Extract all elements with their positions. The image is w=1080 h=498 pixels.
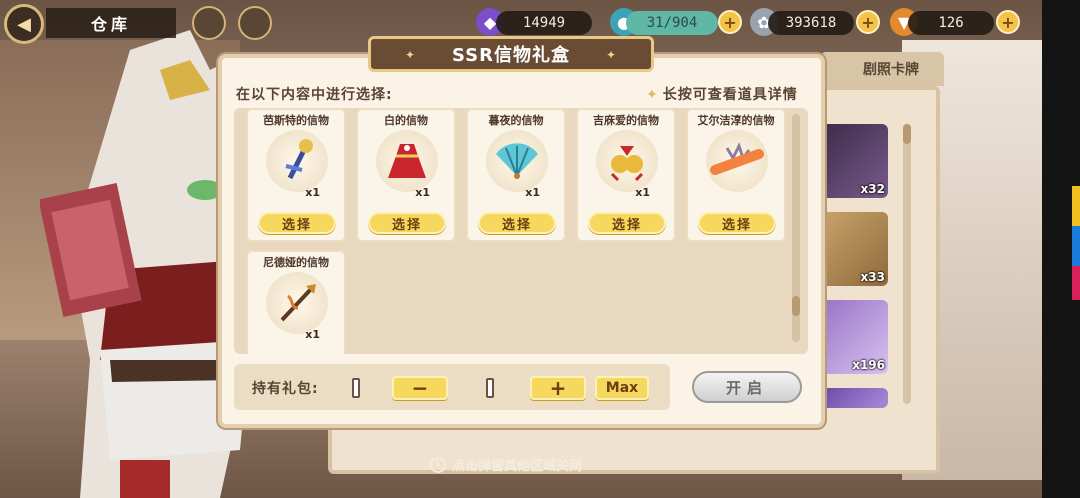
add-coin-button[interactable]: + [856, 10, 880, 34]
quantity-field[interactable] [486, 378, 494, 398]
inventory-item-book[interactable]: x32 [822, 124, 888, 198]
card-name: 白的信物 [384, 114, 428, 127]
page-title: 仓库 [46, 8, 176, 38]
inventory-item-partial[interactable] [822, 388, 888, 408]
spear-icon [266, 272, 328, 334]
crystal-count: 14949 [496, 11, 592, 35]
sparkle-icon: ✦ [646, 87, 659, 103]
title-ornament-icon: ✦ [405, 48, 417, 62]
inventory-item-crystals[interactable]: x196 [822, 300, 888, 374]
select-button[interactable]: 选择 [368, 212, 446, 234]
coin-count: 393618 [768, 11, 854, 35]
scrollbar-thumb[interactable] [903, 124, 911, 144]
scrollbar-thumb[interactable] [792, 296, 800, 316]
bell-icon [596, 130, 658, 192]
card-quantity: x1 [415, 186, 430, 199]
reward-card[interactable]: 艾尔洁淳的信物 选择 [686, 108, 786, 242]
reward-card[interactable]: 暮夜的信物 x1 选择 [466, 108, 566, 242]
item-count: x33 [860, 270, 885, 284]
card-quantity: x1 [305, 186, 320, 199]
hint-text: 长按可查看道具详情 [662, 87, 798, 103]
title-ornament-icon: ✦ [605, 48, 617, 62]
edge-strip-red [1072, 266, 1080, 300]
edge-strip-yellow [1072, 186, 1080, 226]
reward-card[interactable]: 芭斯特的信物 x1 选择 [246, 108, 346, 242]
close-hint: i 点击弹窗其他区域关闭 [430, 455, 582, 474]
card-name: 艾尔洁淳的信物 [697, 114, 775, 127]
reward-card[interactable]: 白的信物 x1 选择 [356, 108, 456, 242]
max-button[interactable]: Max [595, 376, 649, 400]
scepter-icon [266, 130, 328, 192]
carrot-count: 126 [908, 11, 994, 35]
card-name: 吉庥爱的信物 [593, 114, 659, 127]
card-name: 芭斯特的信物 [263, 114, 329, 127]
select-button[interactable]: 选择 [258, 212, 336, 234]
select-button[interactable]: 选择 [588, 212, 666, 234]
dress-icon [376, 130, 438, 192]
stamina-count: 31/904 [626, 11, 718, 35]
back-button[interactable]: ◀ [4, 4, 44, 44]
card-quantity: x1 [635, 186, 650, 199]
inventory-item-chest[interactable]: x33 [822, 212, 888, 286]
card-quantity: x1 [525, 186, 540, 199]
add-carrot-button[interactable]: + [996, 10, 1020, 34]
reward-card[interactable]: 尼德娅的信物 x1 [246, 250, 346, 354]
back-arrow-icon: ◀ [17, 13, 31, 35]
item-count: x196 [852, 358, 885, 372]
item-count: x32 [860, 182, 885, 196]
select-button[interactable]: 选择 [478, 212, 556, 234]
quantity-field-left [352, 378, 360, 398]
tab-card-photos[interactable]: 剧照卡牌 [820, 52, 944, 86]
inventory-scrollbar[interactable] [903, 124, 911, 404]
fan-icon [486, 130, 548, 192]
hairpin-icon [706, 130, 768, 192]
add-stamina-button[interactable]: + [718, 10, 742, 34]
decrease-button[interactable]: − [392, 376, 448, 400]
select-button[interactable]: 选择 [698, 212, 776, 234]
reward-grid: 芭斯特的信物 x1 选择 白的信物 x1 选择 暮夜的信物 x1 选择 吉庥爱的… [234, 108, 808, 354]
compass-icon[interactable] [192, 6, 226, 40]
info-icon: i [430, 456, 446, 473]
increase-button[interactable]: + [530, 376, 586, 400]
card-name: 尼德娅的信物 [263, 256, 329, 269]
open-button[interactable]: 开启 [692, 371, 802, 403]
book-icon[interactable] [238, 6, 272, 40]
edge-strip-blue [1072, 226, 1080, 266]
reward-grid-scrollbar[interactable] [792, 114, 800, 342]
card-quantity: x1 [305, 328, 320, 341]
long-press-hint: ✦ 长按可查看道具详情 [646, 84, 798, 104]
modal-title-text: SSR信物礼盒 [452, 45, 570, 66]
owned-packs-label: 持有礼包: [252, 381, 319, 397]
card-name: 暮夜的信物 [488, 114, 544, 127]
modal-title: ✦ SSR信物礼盒 ✦ [368, 36, 654, 72]
selection-prompt: 在以下内容中进行选择: [236, 87, 393, 103]
reward-card[interactable]: 吉庥爱的信物 x1 选择 [576, 108, 676, 242]
close-hint-text: 点击弹窗其他区域关闭 [452, 459, 583, 474]
